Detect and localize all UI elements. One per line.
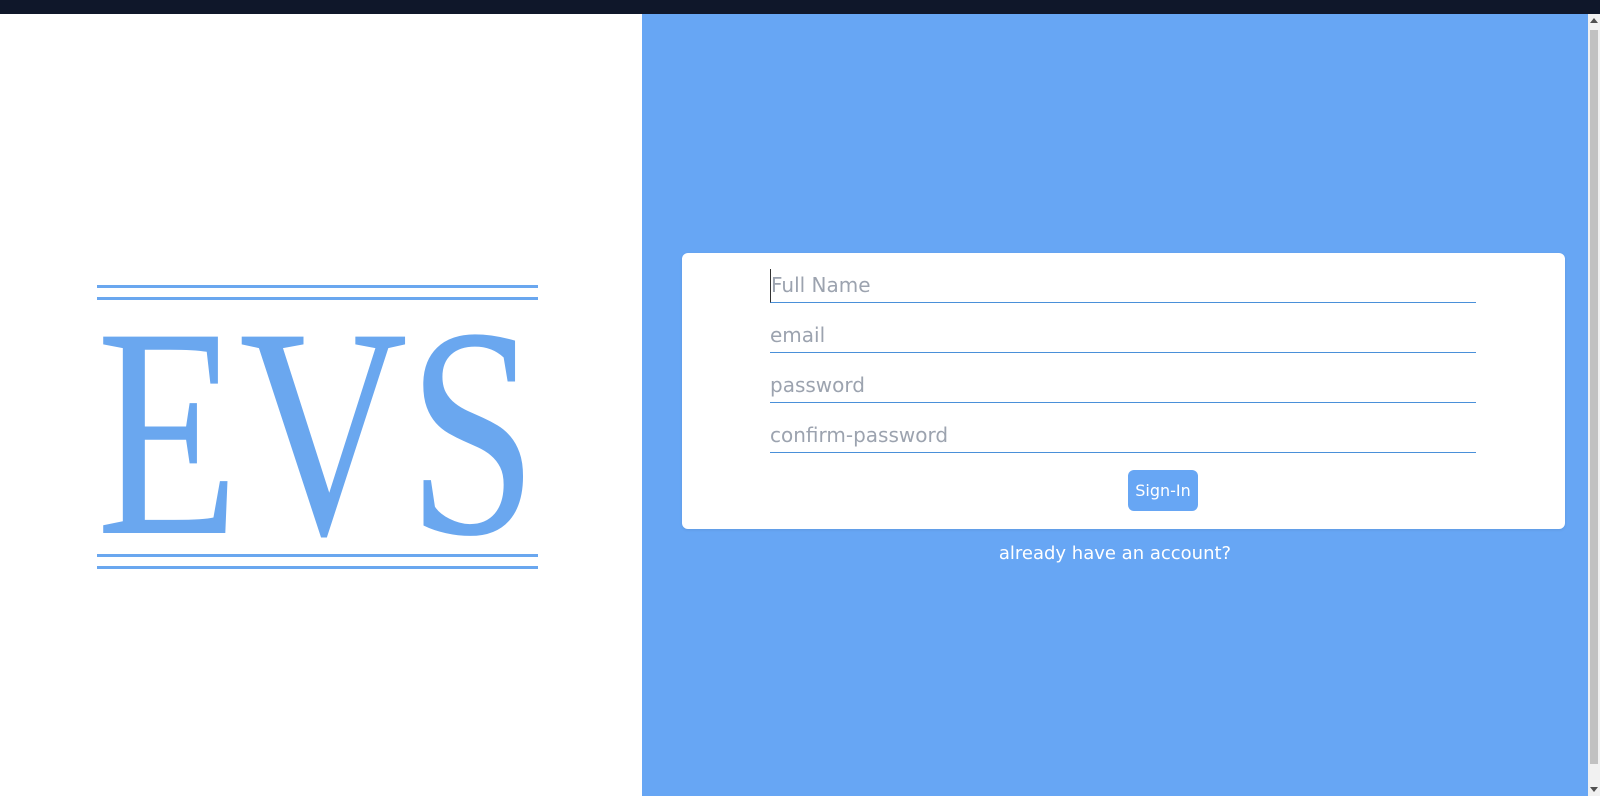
sign-in-button[interactable]: Sign-In: [1128, 470, 1198, 511]
scroll-down-icon[interactable]: [1590, 787, 1598, 792]
page-scrollbar[interactable]: [1588, 14, 1600, 796]
signup-form-card: Sign-In: [682, 253, 1565, 529]
full-name-input[interactable]: [770, 269, 1476, 303]
signup-panel: Sign-In already have an account?: [642, 14, 1588, 796]
logo-panel: EVS: [0, 14, 642, 796]
scrollbar-thumb[interactable]: [1590, 30, 1598, 764]
window-top-bar: [0, 0, 1600, 14]
password-input[interactable]: [770, 369, 1476, 403]
evs-logo: EVS: [97, 285, 538, 569]
confirm-password-input[interactable]: [770, 419, 1476, 453]
logo-text: EVS: [97, 285, 538, 569]
scroll-up-icon[interactable]: [1590, 18, 1598, 23]
already-have-account-link[interactable]: already have an account?: [642, 543, 1588, 564]
email-input[interactable]: [770, 319, 1476, 353]
